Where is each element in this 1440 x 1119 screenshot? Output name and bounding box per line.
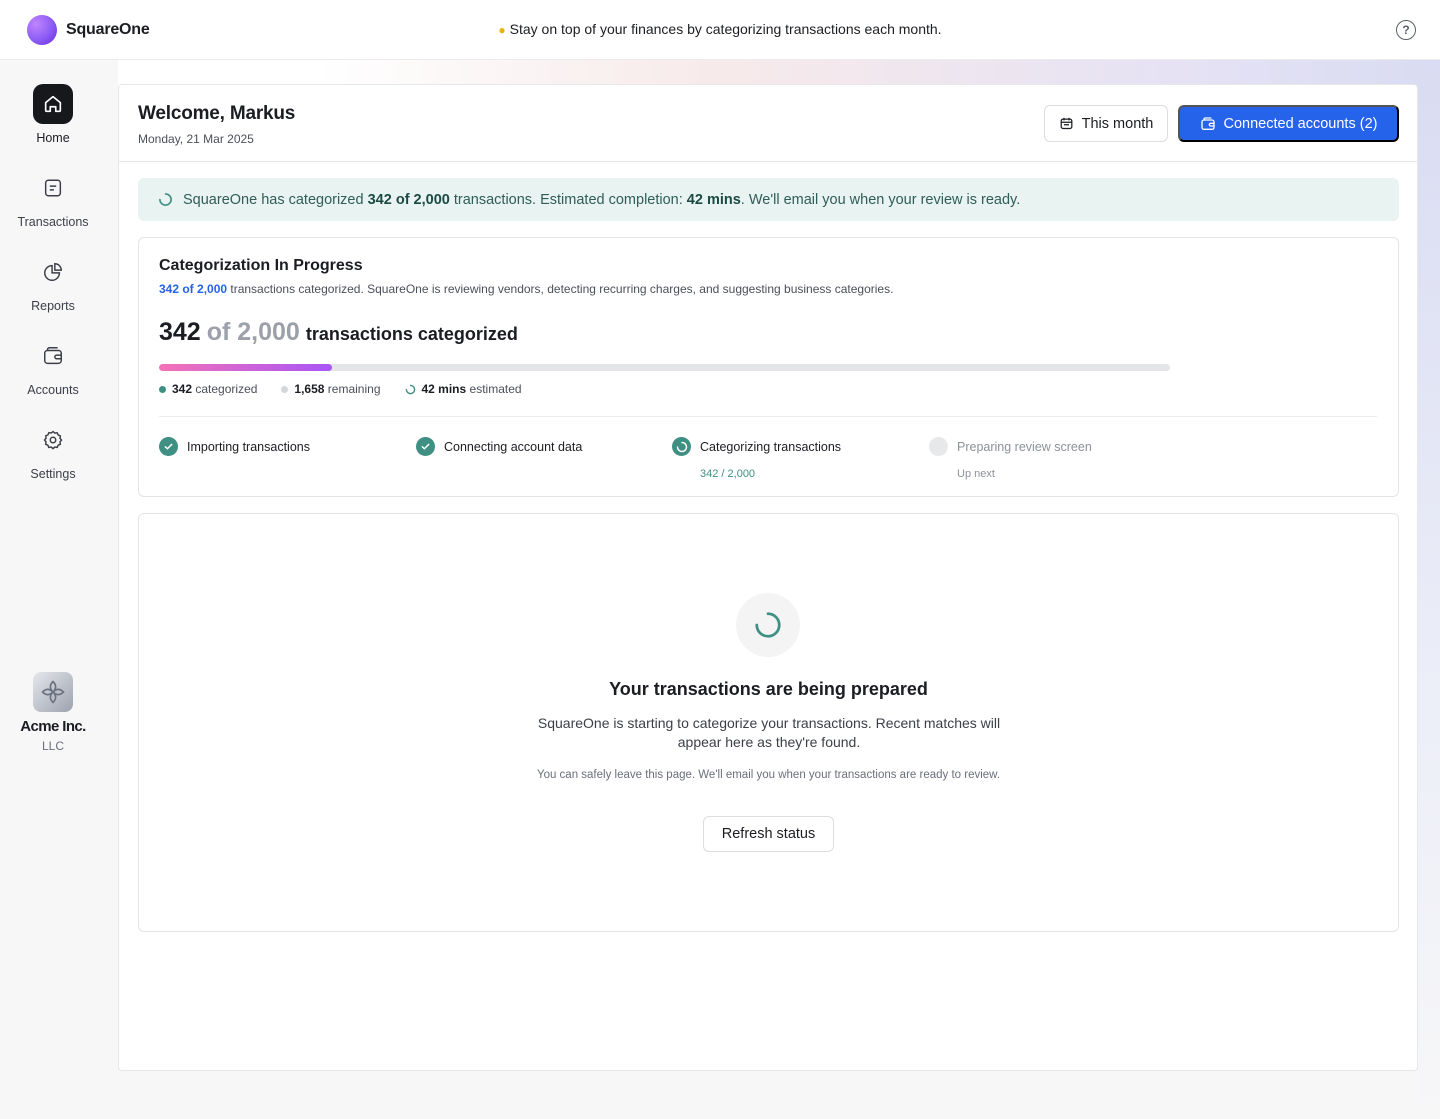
- stat-label: categorized: [195, 382, 258, 396]
- step-label: Preparing review screen: [957, 439, 1092, 454]
- spinner-icon: [405, 384, 415, 394]
- stat-label: estimated: [469, 382, 522, 396]
- stat-dot: [281, 385, 289, 393]
- page-header: Welcome, Markus Monday, 21 Mar 2025 This…: [119, 85, 1417, 162]
- progress-card: Categorization In Progress 342 of 2,000 …: [138, 237, 1399, 497]
- period-button-label: This month: [1081, 115, 1154, 132]
- empty-state-title: Your transactions are being prepared: [609, 679, 928, 699]
- step-sub: 342 / 2,000: [700, 468, 756, 480]
- organization-name: Acme Inc.: [20, 718, 86, 735]
- sidebar: Home Transactions Reports Accounts Setti…: [0, 60, 106, 1119]
- empty-state-card: Your transactions are being prepared Squ…: [138, 513, 1399, 932]
- sidebar-item-transactions[interactable]: Transactions: [0, 168, 106, 229]
- sidebar-item-home[interactable]: Home: [0, 84, 106, 145]
- spinner-icon: [736, 593, 800, 657]
- document-list-icon: [33, 168, 73, 208]
- wallet-icon: [1200, 116, 1215, 130]
- stat-text: 1,658 remaining: [294, 382, 380, 396]
- stat-categorized: 342 categorized: [159, 382, 257, 396]
- side-gradient: [1418, 60, 1440, 1119]
- stat-text: 342 categorized: [172, 382, 257, 396]
- refresh-status-button[interactable]: Refresh status: [703, 816, 834, 852]
- home-icon: [33, 84, 73, 124]
- sidebar-item-label: Home: [36, 131, 70, 145]
- progress-bar-fill: [159, 364, 332, 371]
- divider: [159, 416, 1377, 417]
- sidebar-item-reports[interactable]: Reports: [0, 252, 106, 313]
- stat-value: 42 mins: [421, 382, 467, 396]
- spinner-icon: [159, 193, 172, 206]
- status-banner-text: SquareOne has categorized 342 of 2,000 t…: [183, 192, 1020, 208]
- calendar-icon: [1060, 117, 1073, 130]
- sidebar-item-accounts[interactable]: Accounts: [0, 336, 106, 397]
- progress-headline: 342 of 2,000 transactions categorized: [159, 318, 518, 347]
- organization-type: LLC: [41, 739, 64, 753]
- stat-value: 342: [172, 382, 193, 396]
- main-panel: Welcome, Markus Monday, 21 Mar 2025 This…: [118, 84, 1418, 1071]
- current-date: Monday, 21 Mar 2025: [138, 132, 254, 146]
- sidebar-item-label: Accounts: [27, 383, 79, 397]
- organization-logo: [33, 672, 73, 712]
- sidebar-item-label: Transactions: [17, 215, 89, 229]
- step-connecting: Connecting account data: [416, 437, 656, 456]
- tip-message: ● Stay on top of your finances by categor…: [0, 21, 1440, 37]
- stat-label: remaining: [327, 382, 381, 396]
- stat-value: 1,658: [294, 382, 325, 396]
- sidebar-item-label: Settings: [30, 467, 76, 481]
- period-button[interactable]: This month: [1044, 105, 1168, 142]
- top-bar: SquareOne ● Stay on top of your finances …: [0, 0, 1440, 60]
- status-banner: SquareOne has categorized 342 of 2,000 t…: [138, 178, 1399, 221]
- banner-prefix: SquareOne has categorized: [183, 191, 364, 208]
- empty-state-description: SquareOne is starting to categorize your…: [537, 715, 1001, 750]
- check-circle-icon: [159, 437, 178, 456]
- progress-done-count: 342: [159, 318, 201, 346]
- step-label: Categorizing transactions: [700, 439, 842, 454]
- stat-text: 42 mins estimated: [422, 382, 522, 396]
- connected-accounts-label: Connected accounts (2): [1223, 115, 1378, 132]
- lightbulb-icon: ●: [498, 23, 506, 37]
- step-preparing: Preparing review screen Up next: [929, 437, 1169, 480]
- stat-estimated: 42 mins estimated: [405, 382, 522, 396]
- connected-accounts-button[interactable]: Connected accounts (2): [1178, 105, 1399, 142]
- progress-subtitle-highlight: 342 of 2,000: [159, 282, 228, 296]
- stat-dot: [159, 385, 166, 393]
- banner-suffix: . We'll email you when your review is re…: [740, 191, 1021, 208]
- gear-icon: [33, 420, 73, 460]
- progress-subtitle-text: transactions categorized. SquareOne is r…: [227, 282, 894, 296]
- sidebar-item-settings[interactable]: Settings: [0, 420, 106, 481]
- progress-stats: 342 categorized 1,658 remaining 42 mins …: [159, 382, 522, 396]
- progress-bar: [159, 364, 1170, 371]
- banner-count: 342 of 2,000: [367, 191, 450, 208]
- banner-eta: 42 mins: [686, 191, 741, 208]
- step-categorizing: Categorizing transactions 342 / 2,000: [672, 437, 912, 480]
- progress-subtitle: 342 of 2,000 transactions categorized. S…: [159, 282, 893, 296]
- empty-state-note: You can safely leave this page. We'll em…: [536, 769, 1001, 781]
- page-title: Welcome, Markus: [138, 103, 296, 124]
- step-label: Connecting account data: [444, 439, 583, 454]
- help-circle-icon[interactable]: ?: [1396, 20, 1416, 40]
- stat-remaining: 1,658 remaining: [281, 382, 381, 396]
- check-circle-icon: [416, 437, 435, 456]
- step-importing: Importing transactions: [159, 437, 399, 456]
- wallet-icon: [33, 336, 73, 376]
- step-sub: Up next: [957, 468, 995, 480]
- step-label: Importing transactions: [187, 439, 310, 454]
- progress-title: Categorization In Progress: [159, 257, 363, 274]
- pending-circle-icon: [929, 437, 948, 456]
- organization-switcher[interactable]: Acme Inc. LLC: [0, 672, 106, 753]
- banner-middle: transactions. Estimated completion:: [453, 191, 683, 208]
- pie-chart-icon: [33, 252, 73, 292]
- sidebar-item-label: Reports: [31, 299, 75, 313]
- progress-label: transactions categorized: [305, 324, 518, 344]
- tip-text: Stay on top of your finances by categori…: [509, 21, 942, 37]
- progress-total: of 2,000: [206, 318, 300, 346]
- spinner-icon: [672, 437, 691, 456]
